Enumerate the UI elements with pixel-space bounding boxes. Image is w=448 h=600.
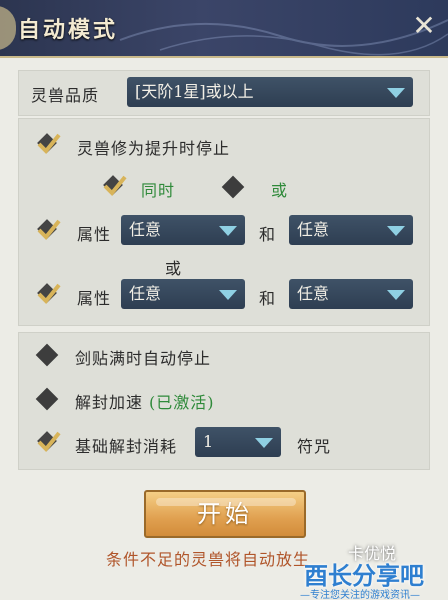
attr-row-1-second-dropdown[interactable]: 任意: [289, 215, 413, 245]
attr-row-2-second-dropdown[interactable]: 任意: [289, 279, 413, 309]
radio-and-mode[interactable]: [101, 173, 127, 199]
checkbox-unseal-speed[interactable]: [35, 387, 59, 411]
unseal-speed-label: 解封加速: [75, 393, 144, 412]
chevron-down-icon: [387, 290, 405, 300]
base-cost-value: 1: [203, 432, 214, 451]
quality-label: 灵兽品质: [31, 86, 100, 105]
dropdown-value: 任意: [129, 220, 162, 239]
base-cost-label: 基础解封消耗: [75, 437, 178, 456]
checkbox-attr-row-2[interactable]: [35, 281, 61, 307]
dropdown-value: 任意: [297, 284, 330, 303]
radio-or-mode[interactable]: [221, 175, 245, 199]
close-button[interactable]: ✕: [408, 10, 440, 42]
button-glow: [156, 498, 296, 506]
title-bar: 自动模式 ✕: [0, 0, 448, 58]
attr-row-1-label: 属性: [77, 225, 112, 244]
start-button[interactable]: 开始: [144, 490, 306, 538]
close-icon: ✕: [412, 9, 436, 42]
dropdown-value: 任意: [129, 284, 162, 303]
watermark-tagline: —专注您关注的游戏资讯—: [300, 590, 420, 600]
attr-row-2-label: 属性: [77, 289, 112, 308]
checkbox-base-cost[interactable]: [35, 429, 61, 455]
chevron-down-icon: [387, 226, 405, 236]
unseal-speed-status: (已激活): [149, 393, 215, 412]
checkbox-attr-row-1[interactable]: [35, 217, 61, 243]
quality-dropdown[interactable]: [天阶1星]或以上: [127, 77, 413, 107]
checkbox-sword-full[interactable]: [35, 343, 59, 367]
chevron-down-icon: [219, 226, 237, 236]
stop-on-upgrade-label: 灵兽修为提升时停止: [77, 139, 231, 158]
attr-row-2-joiner: 和: [259, 289, 277, 308]
between-rows-or: 或: [165, 259, 183, 278]
sword-full-label: 剑贴满时自动停止: [75, 349, 212, 368]
chevron-down-icon: [255, 438, 273, 448]
stop-conditions-card: 灵兽修为提升时停止 同时 或 属性 任意 和 任意 或 属性 任意 和 任意: [18, 118, 430, 326]
release-warning: 条件不足的灵兽将自动放生: [106, 550, 311, 569]
base-cost-unit: 符咒: [297, 437, 332, 456]
dropdown-value: 任意: [297, 220, 330, 239]
base-cost-dropdown[interactable]: 1: [195, 427, 281, 457]
quality-dropdown-value: [天阶1星]或以上: [135, 82, 254, 101]
checkbox-stop-on-upgrade[interactable]: [35, 131, 61, 157]
chevron-down-icon: [219, 290, 237, 300]
extra-options-card: 剑贴满时自动停止 解封加速 (已激活) 基础解封消耗 1 符咒: [18, 332, 430, 470]
attr-row-1-joiner: 和: [259, 225, 277, 244]
quality-card: 灵兽品质 [天阶1星]或以上: [18, 70, 430, 116]
attr-row-2-first-dropdown[interactable]: 任意: [121, 279, 245, 309]
dialog-title: 自动模式: [18, 17, 119, 43]
mode-and-label: 同时: [141, 181, 176, 200]
mode-or-label: 或: [271, 181, 289, 200]
chevron-down-icon: [387, 88, 405, 98]
auto-mode-dialog: 自动模式 ✕ 灵兽品质 [天阶1星]或以上 灵兽修为提升时停止 同时 或 属性 …: [0, 0, 448, 600]
attr-row-1-first-dropdown[interactable]: 任意: [121, 215, 245, 245]
